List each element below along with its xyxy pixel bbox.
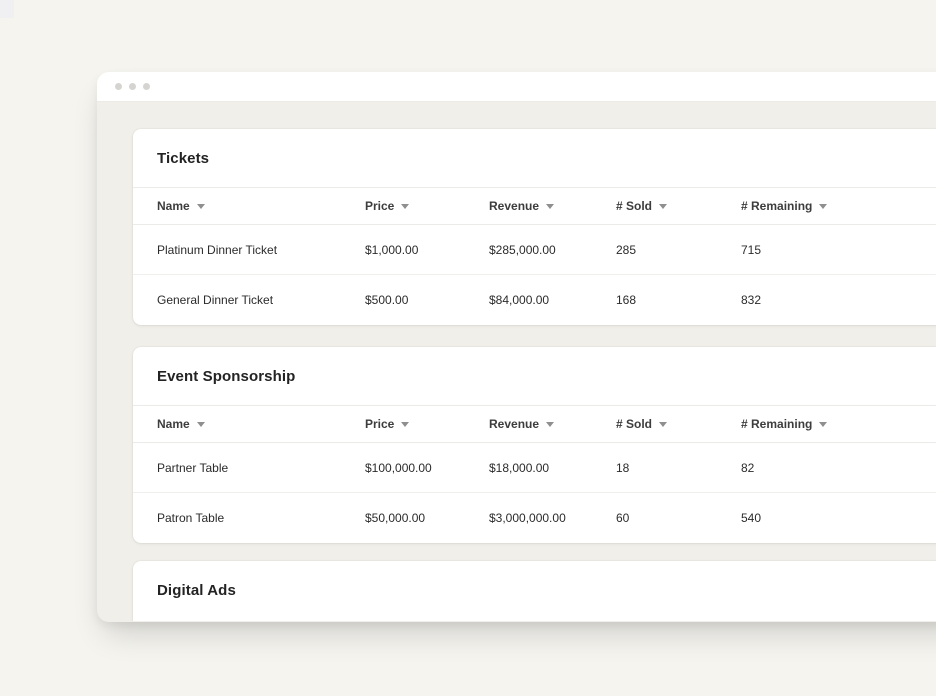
sort-down-icon[interactable] bbox=[546, 204, 554, 209]
window-control-dot-1[interactable] bbox=[115, 83, 122, 90]
column-label: Name bbox=[157, 199, 190, 213]
window-titlebar bbox=[97, 72, 936, 102]
column-label: Price bbox=[365, 199, 394, 213]
section-title: Event Sponsorship bbox=[157, 368, 295, 385]
window-control-dot-3[interactable] bbox=[143, 83, 150, 90]
window-control-dot-2[interactable] bbox=[129, 83, 136, 90]
section-card-tickets: Tickets Name Price Revenue # Sold # Rema… bbox=[133, 129, 936, 325]
section-title-row: Tickets bbox=[133, 129, 936, 188]
table-row[interactable]: Partner Table$100,000.00$18,000.001882 bbox=[133, 443, 936, 493]
table-cell: $100,000.00 bbox=[365, 461, 489, 475]
cell-name: General Dinner Ticket bbox=[133, 293, 365, 307]
table-cell: 168 bbox=[616, 293, 741, 307]
table-cell: $50,000.00 bbox=[365, 511, 489, 525]
sort-down-icon[interactable] bbox=[659, 422, 667, 427]
cell-name: Partner Table bbox=[133, 461, 365, 475]
sort-down-icon[interactable] bbox=[197, 422, 205, 427]
app-window: Tickets Name Price Revenue # Sold # Rema… bbox=[97, 72, 936, 622]
sort-down-icon[interactable] bbox=[401, 204, 409, 209]
cell-name: Platinum Dinner Ticket bbox=[133, 243, 365, 257]
table-cell: $1,000.00 bbox=[365, 243, 489, 257]
column-label: Price bbox=[365, 417, 394, 431]
table-header-row: Name Price Revenue # Sold # Remaining bbox=[133, 188, 936, 225]
column-label: # Remaining bbox=[741, 199, 812, 213]
window-body: Tickets Name Price Revenue # Sold # Rema… bbox=[97, 102, 936, 621]
sort-down-icon[interactable] bbox=[401, 422, 409, 427]
column-header-remaining[interactable]: # Remaining bbox=[741, 417, 936, 431]
sort-down-icon[interactable] bbox=[819, 422, 827, 427]
column-label: # Remaining bbox=[741, 417, 812, 431]
table-row[interactable]: Patron Table$50,000.00$3,000,000.0060540 bbox=[133, 493, 936, 543]
table-cell: $500.00 bbox=[365, 293, 489, 307]
table-cell: 715 bbox=[741, 243, 936, 257]
table-cell: $84,000.00 bbox=[489, 293, 616, 307]
table-body: Partner Table$100,000.00$18,000.001882 P… bbox=[133, 443, 936, 543]
section-card-event-sponsorship: Event Sponsorship Name Price Revenue # S… bbox=[133, 347, 936, 543]
column-header-sold[interactable]: # Sold bbox=[616, 199, 741, 213]
cell-name: Patron Table bbox=[133, 511, 365, 525]
table-cell: $3,000,000.00 bbox=[489, 511, 616, 525]
table-cell: 285 bbox=[616, 243, 741, 257]
table-row[interactable]: General Dinner Ticket$500.00$84,000.0016… bbox=[133, 275, 936, 325]
column-header-sold[interactable]: # Sold bbox=[616, 417, 741, 431]
column-header-revenue[interactable]: Revenue bbox=[489, 199, 616, 213]
corner-artifact bbox=[0, 0, 14, 18]
column-label: # Sold bbox=[616, 199, 652, 213]
table-body: Platinum Dinner Ticket$1,000.00$285,000.… bbox=[133, 225, 936, 325]
section-title-row: Digital Ads bbox=[133, 561, 936, 620]
column-header-revenue[interactable]: Revenue bbox=[489, 417, 616, 431]
table-cell: 18 bbox=[616, 461, 741, 475]
column-label: # Sold bbox=[616, 417, 652, 431]
column-label: Revenue bbox=[489, 417, 539, 431]
table-cell: $285,000.00 bbox=[489, 243, 616, 257]
column-label: Name bbox=[157, 417, 190, 431]
table-row[interactable]: Platinum Dinner Ticket$1,000.00$285,000.… bbox=[133, 225, 936, 275]
table-cell: 60 bbox=[616, 511, 741, 525]
column-label: Revenue bbox=[489, 199, 539, 213]
section-title-row: Event Sponsorship bbox=[133, 347, 936, 406]
section-title: Digital Ads bbox=[157, 582, 236, 599]
section-card-digital-ads: Digital Ads bbox=[133, 561, 936, 621]
column-header-name[interactable]: Name bbox=[133, 199, 365, 213]
sort-down-icon[interactable] bbox=[197, 204, 205, 209]
column-header-name[interactable]: Name bbox=[133, 417, 365, 431]
table-cell: $18,000.00 bbox=[489, 461, 616, 475]
sort-down-icon[interactable] bbox=[819, 204, 827, 209]
column-header-price[interactable]: Price bbox=[365, 417, 489, 431]
column-header-price[interactable]: Price bbox=[365, 199, 489, 213]
column-header-remaining[interactable]: # Remaining bbox=[741, 199, 936, 213]
table-header-row: Name Price Revenue # Sold # Remaining bbox=[133, 406, 936, 443]
table-cell: 832 bbox=[741, 293, 936, 307]
table-cell: 540 bbox=[741, 511, 936, 525]
sort-down-icon[interactable] bbox=[659, 204, 667, 209]
sort-down-icon[interactable] bbox=[546, 422, 554, 427]
section-title: Tickets bbox=[157, 150, 209, 167]
table-cell: 82 bbox=[741, 461, 936, 475]
